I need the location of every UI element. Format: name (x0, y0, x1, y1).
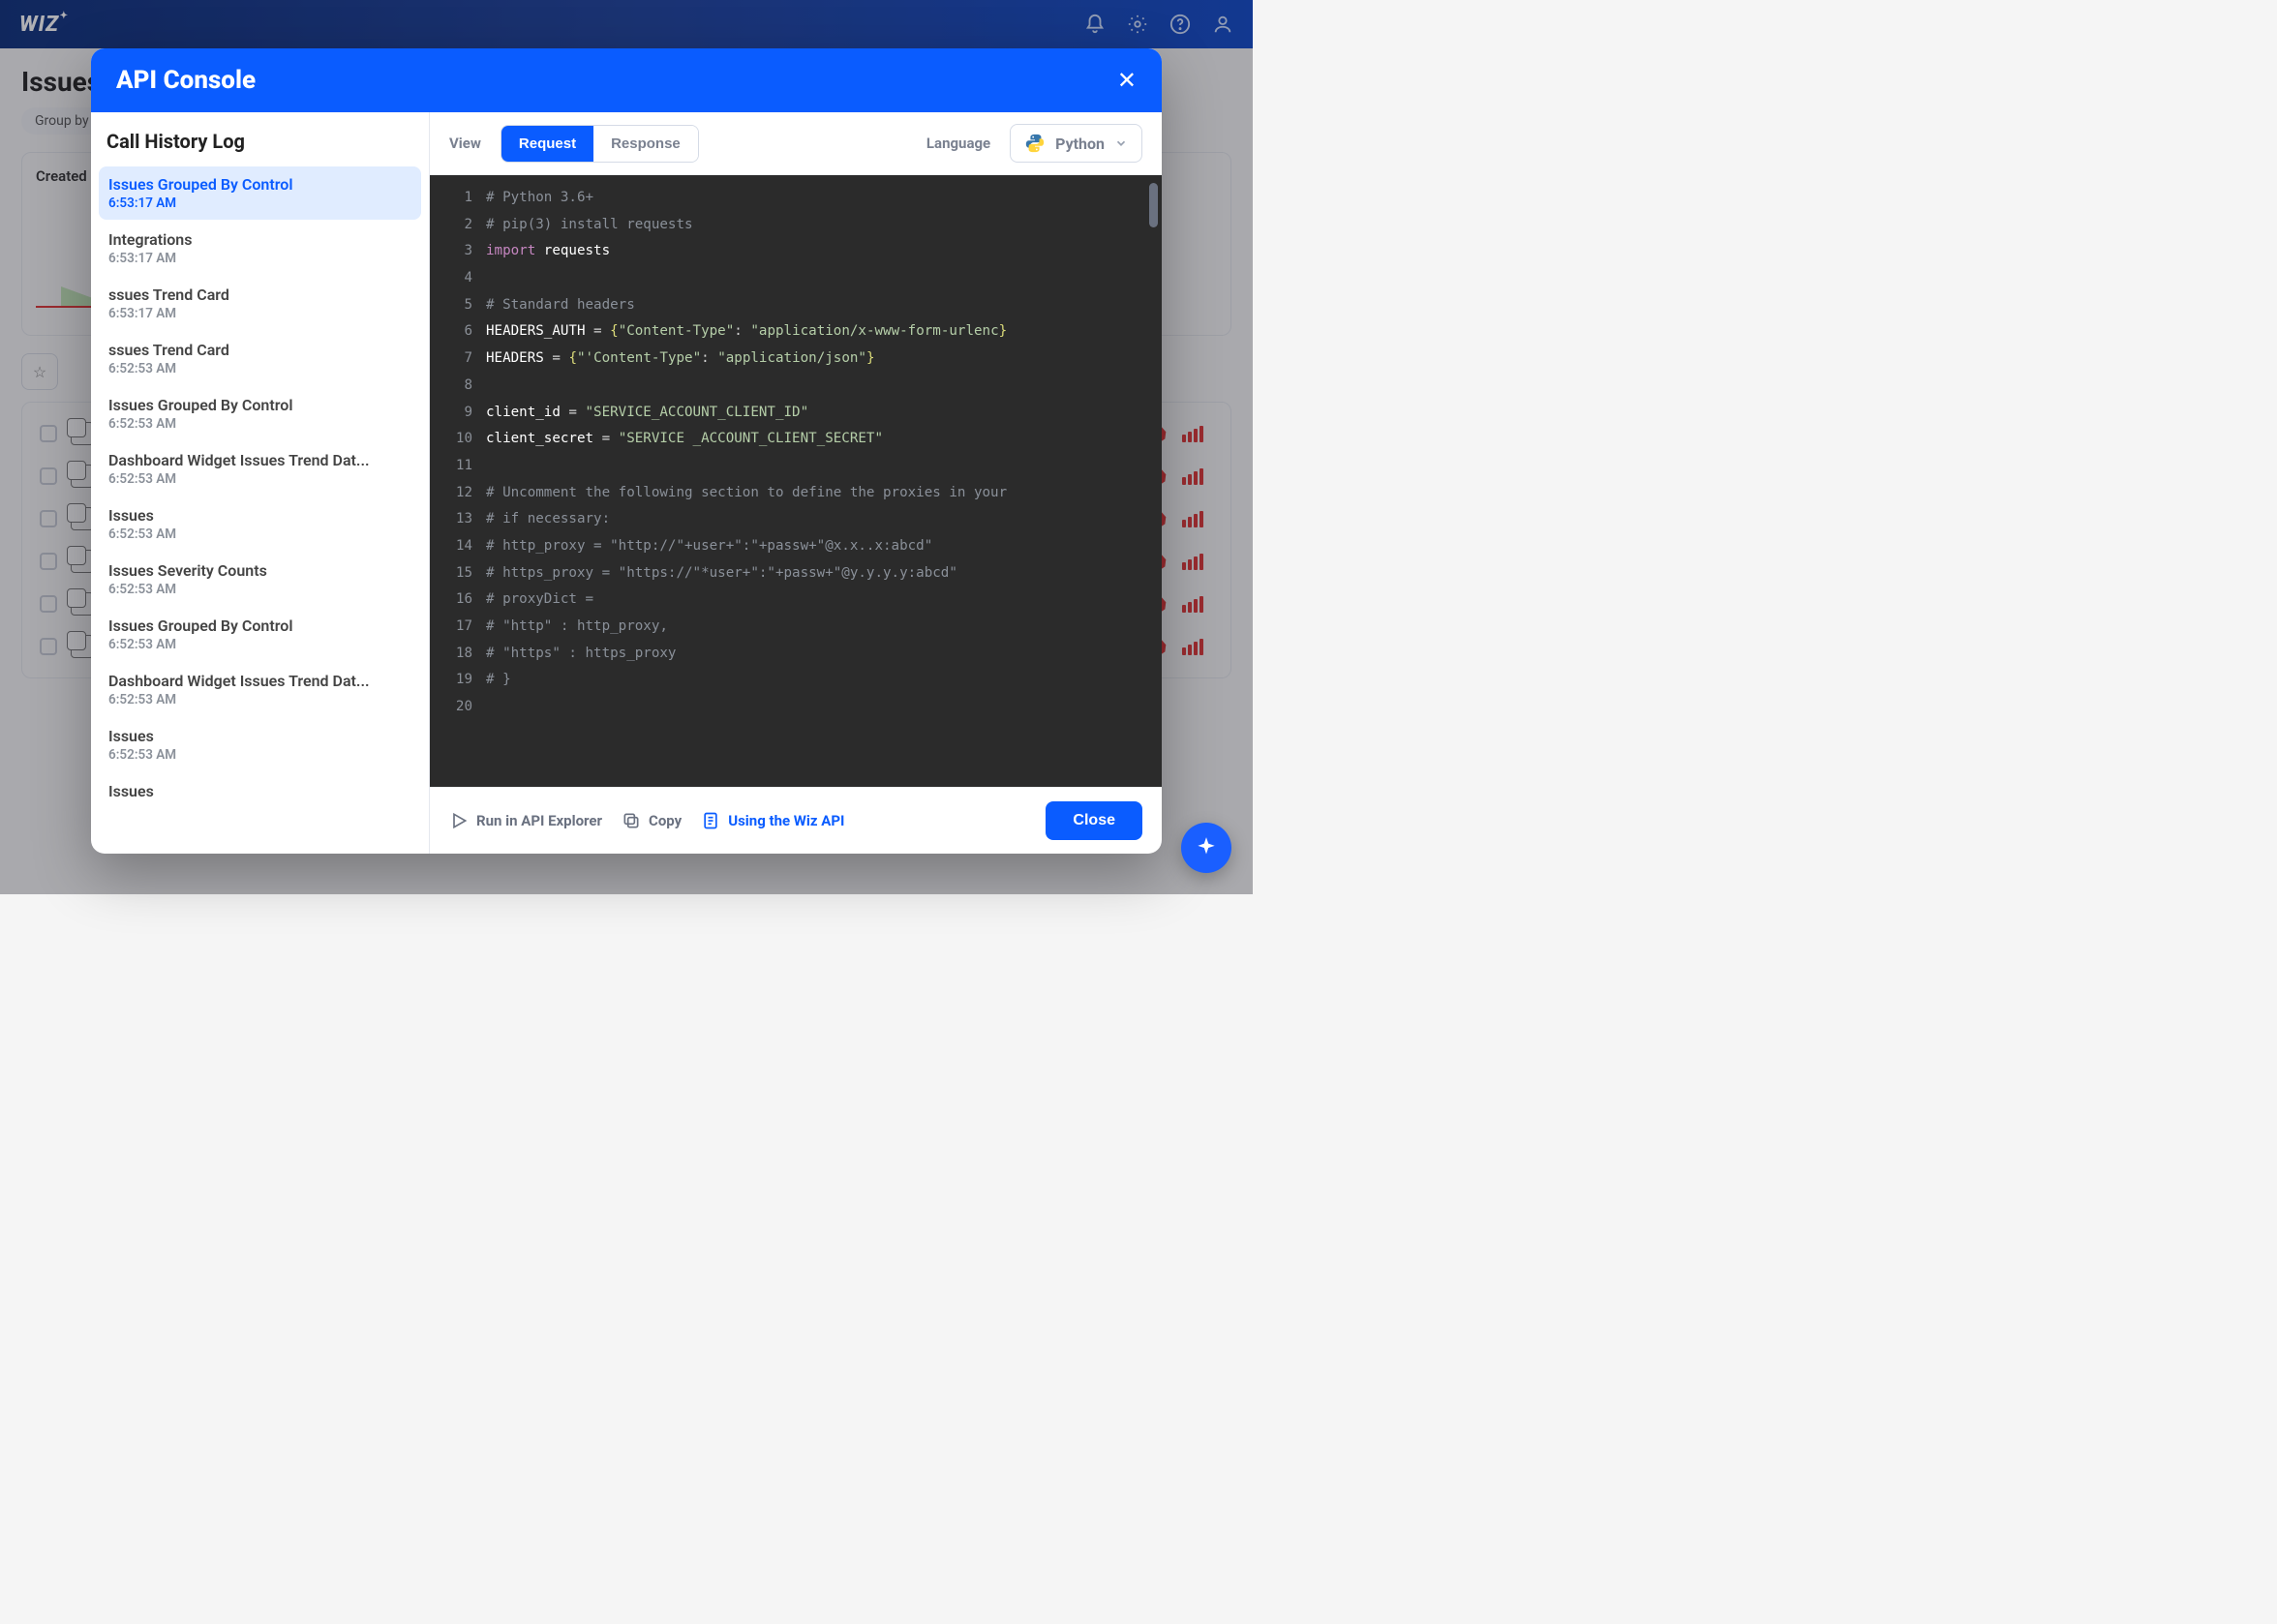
history-item[interactable]: Dashboard Widget Issues Trend Dat... 6:52… (99, 442, 421, 496)
code-line: 11 (430, 453, 1162, 480)
code-line: 5# Standard headers (430, 292, 1162, 319)
history-item-time: 6:52:53 AM (108, 471, 411, 487)
sidebar-title: Call History Log (91, 112, 429, 166)
code-line: 7HEADERS = {"'Content-Type": "applicatio… (430, 346, 1162, 373)
history-item[interactable]: Dashboard Widget Issues Trend Dat... 6:52… (99, 663, 421, 716)
chevron-down-icon (1114, 136, 1128, 150)
document-icon (701, 811, 720, 830)
code-line: 18# "https" : https_proxy (430, 641, 1162, 668)
code-line: 12# Uncomment the following section to d… (430, 480, 1162, 507)
history-item-time: 6:52:53 AM (108, 582, 411, 597)
history-item[interactable]: Issues Severity Counts 6:52:53 AM (99, 553, 421, 606)
history-item-title: Dashboard Widget Issues Trend Dat... (108, 451, 411, 469)
code-line: 13# if necessary: (430, 506, 1162, 533)
request-tab[interactable]: Request (501, 126, 593, 162)
response-tab[interactable]: Response (593, 126, 698, 162)
history-item-time: 6:52:53 AM (108, 416, 411, 432)
code-line: 16# proxyDict = (430, 586, 1162, 614)
code-line: 3import requests (430, 238, 1162, 265)
close-icon[interactable]: ✕ (1117, 67, 1137, 94)
history-item[interactable]: Issues 6:52:53 AM (99, 718, 421, 771)
sparkle-icon (1194, 835, 1219, 860)
assistant-fab[interactable] (1181, 823, 1231, 873)
history-item-title: Issues (108, 727, 411, 745)
modal-header: API Console ✕ (91, 48, 1162, 112)
modal-title: API Console (116, 66, 256, 95)
history-item[interactable]: ssues Trend Card 6:52:53 AM (99, 332, 421, 385)
history-item-title: Issues Grouped By Control (108, 617, 411, 635)
code-line: 4 (430, 265, 1162, 292)
copy-button[interactable]: Copy (622, 811, 682, 830)
close-button[interactable]: Close (1046, 801, 1142, 840)
history-item[interactable]: ssues Trend Card 6:53:17 AM (99, 277, 421, 330)
code-line: 1# Python 3.6+ (430, 185, 1162, 212)
code-editor[interactable]: 1# Python 3.6+2# pip(3) install requests… (430, 175, 1162, 787)
history-item-time: 6:52:53 AM (108, 747, 411, 763)
code-line: 10client_secret = "SERVICE _ACCOUNT_CLIE… (430, 426, 1162, 453)
history-item[interactable]: Issues6:52:53 AM (99, 497, 421, 551)
history-item-title: Issues Severity Counts (108, 561, 411, 580)
python-icon (1024, 133, 1046, 154)
history-item-title: ssues Trend Card (108, 286, 411, 304)
history-item[interactable]: Issues Grouped By Control 6:52:53 AM (99, 387, 421, 440)
history-item-time: 6:53:17 AM (108, 195, 411, 211)
history-item-title: Issues (108, 782, 411, 800)
history-item-time: 6:53:17 AM (108, 251, 411, 266)
copy-icon (622, 811, 641, 830)
modal-footer: Run in API Explorer Copy Using the Wiz A… (430, 787, 1162, 854)
history-list[interactable]: Issues Grouped By Control6:53:17 AMInteg… (91, 166, 429, 854)
history-item[interactable]: Issues Grouped By Control6:53:17 AM (99, 166, 421, 220)
code-line: 15# https_proxy = "https://"*user+":"+pa… (430, 560, 1162, 587)
request-response-segment: Request Response (501, 125, 699, 163)
docs-link[interactable]: Using the Wiz API (701, 811, 844, 830)
history-item-title: Issues (108, 506, 411, 525)
history-item-time: 6:52:53 AM (108, 526, 411, 542)
code-line: 8 (430, 373, 1162, 400)
api-console-modal: API Console ✕ Call History Log Issues Gr… (91, 48, 1162, 854)
history-item-title: Dashboard Widget Issues Trend Dat... (108, 672, 411, 690)
code-line: 17# "http" : http_proxy, (430, 614, 1162, 641)
code-line: 19# } (430, 667, 1162, 694)
run-button[interactable]: Run in API Explorer (449, 811, 602, 830)
history-item[interactable]: Integrations 6:53:17 AM (99, 222, 421, 275)
code-toolbar: View Request Response Language Python (430, 112, 1162, 175)
code-line: 20 (430, 694, 1162, 721)
history-item-time: 6:52:53 AM (108, 637, 411, 652)
language-select[interactable]: Python (1010, 124, 1142, 163)
history-item-title: ssues Trend Card (108, 341, 411, 359)
language-selected: Python (1055, 135, 1105, 153)
history-item-time: 6:52:53 AM (108, 361, 411, 376)
call-history-sidebar: Call History Log Issues Grouped By Contr… (91, 112, 430, 854)
history-item-title: Integrations (108, 230, 411, 249)
history-item-time: 6:52:53 AM (108, 692, 411, 707)
history-item-title: Issues Grouped By Control (108, 396, 411, 414)
history-item-time: 6:53:17 AM (108, 306, 411, 321)
code-line: 14# http_proxy = "http://"+user+":"+pass… (430, 533, 1162, 560)
code-line: 6HEADERS_AUTH = {"Content-Type": "applic… (430, 318, 1162, 346)
history-item[interactable]: Issues Grouped By Control 6:52:53 AM (99, 608, 421, 661)
history-item-title: Issues Grouped By Control (108, 175, 411, 194)
view-tab[interactable]: View (449, 135, 481, 152)
scrollbar-thumb[interactable] (1149, 183, 1158, 227)
history-item[interactable]: Issues (99, 773, 421, 809)
play-icon (449, 811, 469, 830)
code-line: 2# pip(3) install requests (430, 212, 1162, 239)
code-line: 9client_id = "SERVICE_ACCOUNT_CLIENT_ID" (430, 400, 1162, 427)
language-label: Language (926, 135, 990, 152)
